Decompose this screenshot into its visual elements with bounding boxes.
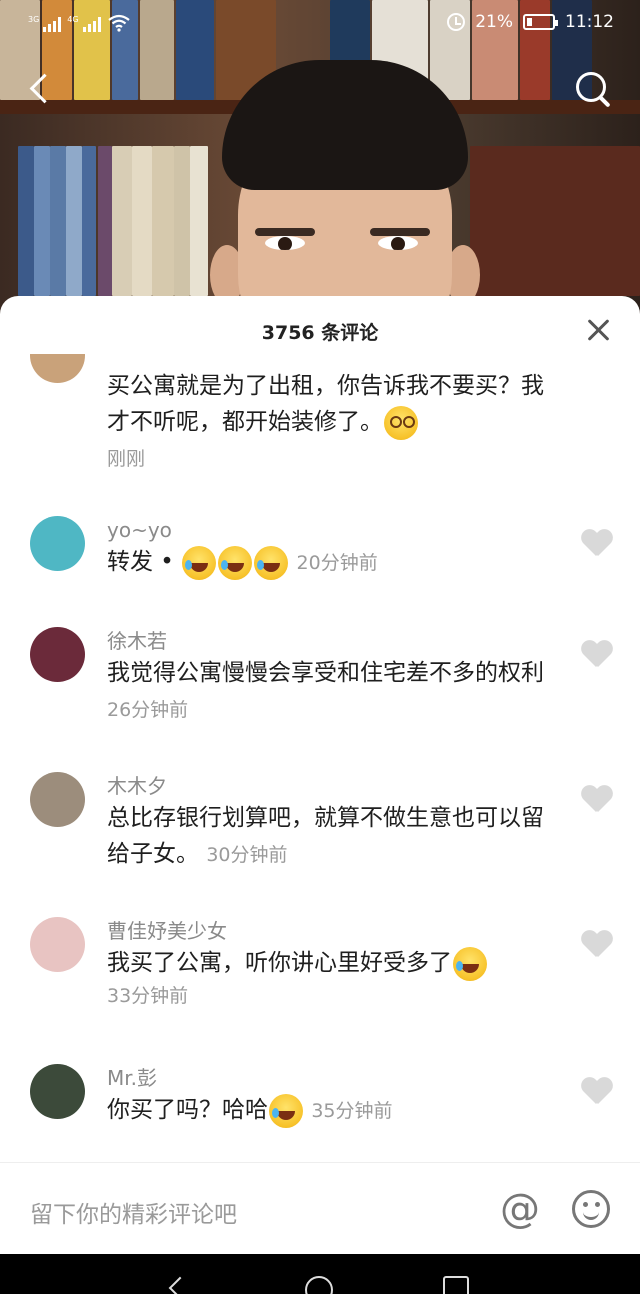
video-background[interactable]: [0, 0, 640, 320]
nav-recent-icon[interactable]: [443, 1276, 469, 1294]
back-chevron-icon[interactable]: [24, 72, 58, 106]
avatar[interactable]: [30, 772, 85, 827]
at-icon[interactable]: @: [500, 1189, 540, 1229]
clock: 11:12: [565, 12, 614, 32]
comment-text: 我买了公寓，听你讲心里好受多了: [107, 950, 452, 976]
comment-input[interactable]: 留下你的精彩评论吧: [30, 1195, 237, 1229]
nav-back-icon[interactable]: [170, 1276, 188, 1294]
comment-time: 20分钟前: [296, 552, 378, 574]
avatar[interactable]: [30, 1064, 85, 1119]
comment-input-bar[interactable]: 留下你的精彩评论吧 @: [0, 1162, 640, 1254]
laugh-cry-emoji: [254, 545, 289, 580]
comment-username[interactable]: yo~yo: [107, 516, 547, 544]
search-icon[interactable]: [574, 70, 614, 110]
alarm-icon: [447, 13, 466, 31]
system-nav-bar: [0, 1254, 640, 1294]
battery-percent: 21%: [475, 12, 513, 32]
comment-username[interactable]: 曹佳妤美少女: [107, 917, 547, 945]
like-heart-icon[interactable]: [581, 786, 613, 814]
nav-home-icon[interactable]: [305, 1276, 333, 1294]
shy-emoji: [384, 405, 418, 440]
status-bar: 3G 4G 21% 11:12: [0, 0, 640, 48]
comment-list[interactable]: 买公寓就是为了出租，你告诉我不要买？我才不听呢，都开始装修了。 刚刚 yo~yo…: [0, 354, 640, 1160]
comment-text: 你买了吗？哈哈: [107, 1097, 268, 1123]
smile-icon[interactable]: [572, 1190, 610, 1228]
avatar[interactable]: [30, 917, 85, 972]
signal-icon: 3G: [28, 16, 62, 32]
battery-icon: [523, 14, 558, 30]
comment-time: 35分钟前: [311, 1100, 393, 1122]
comment-username[interactable]: 徐木若: [107, 627, 547, 655]
like-heart-icon[interactable]: [581, 931, 613, 959]
comment-time: 刚刚: [107, 448, 146, 470]
like-heart-icon[interactable]: [581, 1078, 613, 1106]
avatar[interactable]: [30, 354, 85, 383]
comment-text: 总比存银行划算吧，就算不做生意也可以留给子女。: [107, 805, 544, 867]
laugh-cry-emoji: [218, 545, 253, 580]
presenter: [210, 60, 480, 320]
comment-text: 转发 •: [107, 549, 174, 575]
comment-time: 33分钟前: [107, 985, 189, 1007]
laugh-cry-emoji: [453, 946, 487, 981]
comment-text: 我觉得公寓慢慢会享受和住宅差不多的权利: [107, 660, 544, 686]
avatar[interactable]: [30, 627, 85, 682]
comment-time: 26分钟前: [107, 699, 189, 721]
like-heart-icon[interactable]: [581, 530, 613, 558]
avatar[interactable]: [30, 516, 85, 571]
like-heart-icon[interactable]: [581, 354, 613, 356]
comment-count-title: 3756 条评论: [261, 322, 379, 344]
signal-icon: 4G: [67, 16, 101, 32]
comment-time: 30分钟前: [206, 844, 288, 866]
like-heart-icon[interactable]: [581, 641, 613, 669]
comment-text: 买公寓就是为了出租，你告诉我不要买？我才不听呢，都开始装修了。: [107, 373, 544, 435]
wifi-icon: [107, 14, 130, 32]
comment-username[interactable]: Mr.彭: [107, 1064, 547, 1092]
laugh-cry-emoji: [182, 545, 217, 580]
comment-sheet: 3756 条评论 买公寓就是为了出租，你告诉我不要买？我才不听呢，都开始装修了。…: [0, 296, 640, 1254]
comment-username[interactable]: 木木夕: [107, 772, 547, 800]
close-icon[interactable]: [584, 316, 612, 344]
laugh-cry-emoji: [269, 1093, 303, 1128]
